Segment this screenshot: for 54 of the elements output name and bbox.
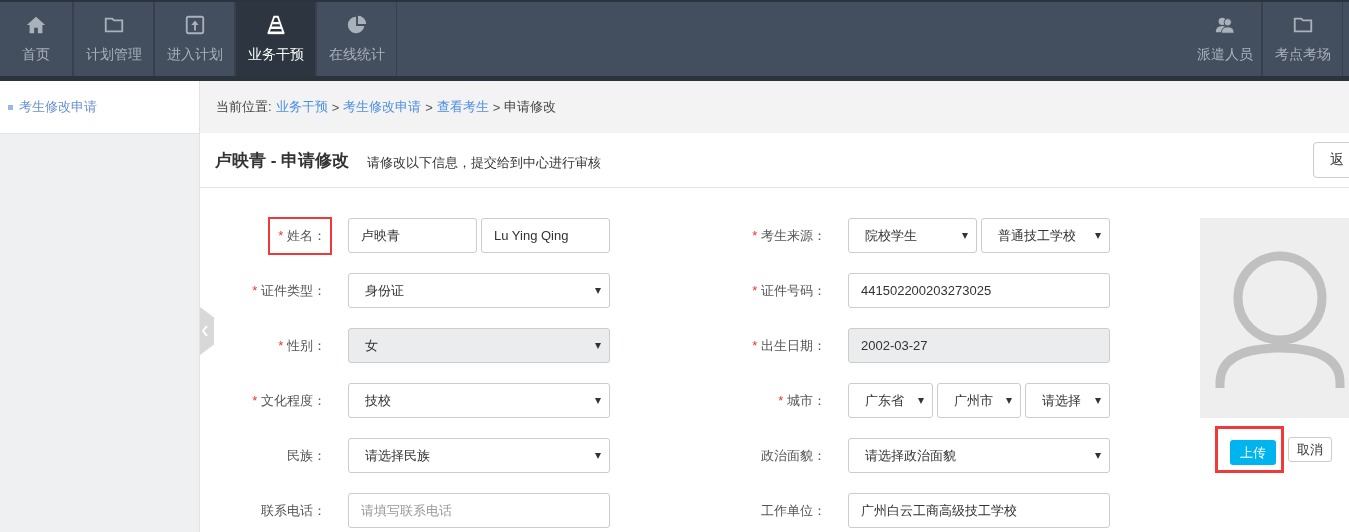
- field-label: * 姓名：: [270, 218, 330, 253]
- nav-tab[interactable]: 考点考场: [1262, 2, 1343, 76]
- field-label: * 出生日期：: [751, 336, 827, 355]
- caret-icon: [1095, 397, 1101, 404]
- breadcrumb-separator: >: [425, 99, 433, 115]
- field-label: 民族：: [286, 446, 327, 465]
- caret-icon: [595, 452, 601, 459]
- text-field[interactable]: 441502200203273025: [848, 273, 1110, 308]
- select-field[interactable]: 广州市: [936, 383, 1022, 418]
- cancel-button[interactable]: 取消: [1288, 437, 1332, 462]
- select-field[interactable]: 请选择民族: [348, 438, 610, 473]
- caret-icon: [595, 287, 601, 294]
- select-field[interactable]: 技校: [348, 383, 610, 418]
- caret-icon: [595, 342, 601, 349]
- caret-icon: [1095, 452, 1101, 459]
- home-icon: [25, 14, 47, 36]
- caret-icon: [595, 397, 601, 404]
- field-label: * 考生来源：: [751, 226, 827, 245]
- select-field[interactable]: 普通技工学校: [981, 218, 1110, 253]
- select-field[interactable]: 请选择: [1025, 383, 1110, 418]
- nav-tab[interactable]: 计划管理: [73, 2, 154, 76]
- nav-tab[interactable]: 在线统计: [316, 2, 397, 76]
- text-field[interactable]: 卢映青: [348, 218, 477, 253]
- select-field[interactable]: 身份证: [348, 273, 610, 308]
- text-field[interactable]: 广州白云工商高级技工学校: [848, 493, 1110, 528]
- chevron-left-icon: [200, 323, 210, 339]
- breadcrumb-separator: >: [492, 99, 501, 115]
- field-label: * 文化程度：: [251, 391, 327, 410]
- field-label: * 证件号码：: [751, 281, 827, 300]
- caret-icon: [1095, 232, 1101, 239]
- breadcrumb-separator: >: [331, 99, 340, 115]
- field-label: 联系电话：: [260, 501, 327, 520]
- field-label: * 城市：: [777, 391, 827, 410]
- nav-tab[interactable]: 业务干预: [235, 2, 316, 76]
- breadcrumb-label: 当前位置:: [216, 98, 272, 116]
- nav-tab[interactable]: 首页: [0, 2, 73, 76]
- nav-tab[interactable]: 派遣人员: [1189, 2, 1262, 76]
- text-field[interactable]: Lu Ying Qing: [481, 218, 610, 253]
- caret-icon: [917, 397, 924, 404]
- field-label: * 性别：: [277, 336, 327, 355]
- caret-icon: [1006, 397, 1013, 404]
- select-field[interactable]: 广东省: [848, 383, 933, 418]
- pie-chart-icon: [345, 14, 368, 36]
- select-field[interactable]: 请选择政治面貌: [848, 438, 1110, 473]
- field-label: 政治面貌：: [760, 446, 827, 465]
- upload-icon: [183, 14, 206, 36]
- field-label: 工作单位：: [760, 501, 827, 520]
- page-subtitle: 请修改以下信息，提交给到中心进行审核: [367, 153, 602, 172]
- back-button[interactable]: 返: [1313, 142, 1349, 178]
- field-label: * 证件类型：: [251, 281, 327, 300]
- select-field[interactable]: 院校学生: [848, 218, 977, 253]
- breadcrumb-current: 申请修改: [504, 98, 557, 116]
- caret-icon: [962, 232, 968, 239]
- page-title: 卢映青 - 申请修改: [215, 149, 350, 172]
